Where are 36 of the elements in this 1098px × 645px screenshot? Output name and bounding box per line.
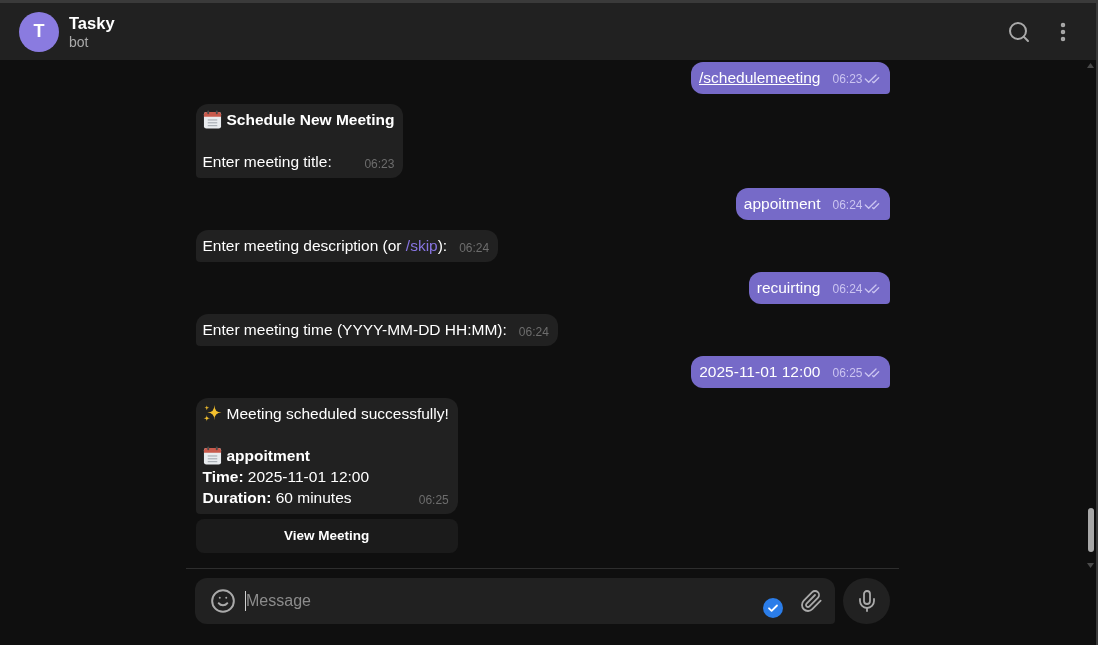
message-time: 06:24: [459, 241, 490, 255]
message-text: recuirting: [756, 278, 821, 298]
message-time: 06:25: [832, 366, 863, 380]
composer-bar[interactable]: Message: [195, 578, 835, 624]
message-text: appoitment: [226, 446, 311, 466]
message-time: 06:25: [418, 493, 449, 507]
message-input[interactable]: Message: [246, 589, 763, 613]
chat-subtitle: bot: [69, 32, 90, 51]
message-text: Schedule New Meeting: [226, 110, 395, 130]
message-text: Enter meeting description (or /skip):: [202, 236, 448, 256]
emoji-icon[interactable]: [210, 588, 236, 614]
message-text: 2025-11-01 12:00: [699, 362, 821, 382]
message-time: 06:24: [832, 282, 863, 296]
inline-keyboard-button[interactable]: View Meeting: [195, 519, 458, 553]
message-text: Time: 2025-11-01 12:00: [202, 467, 370, 487]
message-time: 06:24: [832, 198, 863, 212]
calendar-icon: [202, 110, 222, 129]
command-link[interactable]: /skip: [405, 237, 438, 254]
scrollbar-thumb[interactable]: [1087, 508, 1094, 552]
message-text: Meeting scheduled successfully!: [226, 404, 449, 424]
chat-title: Tasky: [69, 12, 115, 33]
avatar[interactable]: T: [19, 11, 59, 52]
message-text: Duration: 60 minutes: [202, 488, 352, 508]
message-time: 06:23: [832, 72, 863, 86]
calendar-icon: [202, 446, 222, 465]
message-time: 06:23: [364, 157, 395, 171]
message-text: Enter meeting title:: [202, 152, 332, 172]
message-text: appoitment: [743, 194, 821, 214]
microphone-button[interactable]: [843, 578, 890, 624]
search-icon[interactable]: [1007, 19, 1031, 44]
message-time: 06:24: [518, 325, 549, 339]
check-circle-icon[interactable]: [763, 598, 783, 618]
sparkles-icon: [202, 404, 222, 423]
command-link[interactable]: /schedulemeeting: [698, 69, 821, 86]
paperclip-icon[interactable]: [799, 589, 823, 613]
message-text: Enter meeting time (YYYY-MM-DD HH:MM):: [202, 320, 507, 340]
